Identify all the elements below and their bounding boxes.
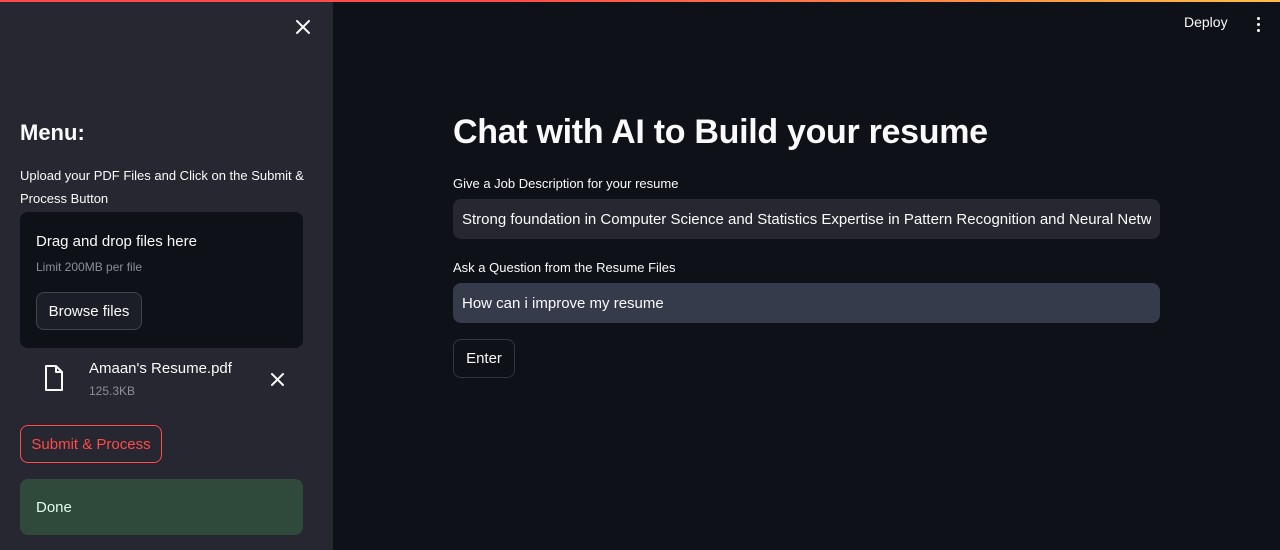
close-icon bbox=[296, 20, 310, 34]
status-text: Done bbox=[36, 498, 72, 516]
file-size: 125.3KB bbox=[89, 384, 136, 398]
dropzone-title: Drag and drop files here bbox=[36, 233, 197, 250]
sidebar: Menu: Upload your PDF Files and Click on… bbox=[0, 2, 333, 550]
status-success-message: Done bbox=[20, 479, 303, 535]
question-label: Ask a Question from the Resume Files bbox=[453, 260, 676, 275]
close-icon bbox=[270, 372, 284, 386]
close-sidebar-button[interactable] bbox=[292, 16, 314, 38]
question-input[interactable] bbox=[453, 283, 1160, 323]
job-description-input[interactable] bbox=[453, 199, 1160, 239]
page-title: Chat with AI to Build your resume bbox=[453, 113, 988, 151]
upload-instructions: Upload your PDF Files and Click on the S… bbox=[20, 168, 304, 206]
file-name: Amaan's Resume.pdf bbox=[89, 360, 232, 377]
kebab-menu-icon bbox=[1256, 16, 1260, 20]
file-icon bbox=[45, 365, 63, 391]
submit-process-button[interactable]: Submit & Process bbox=[20, 425, 162, 463]
remove-file-button[interactable] bbox=[266, 368, 288, 390]
file-dropzone[interactable]: Drag and drop files here Limit 200MB per… bbox=[20, 212, 303, 348]
main-menu-button[interactable] bbox=[1250, 14, 1266, 34]
sidebar-title: Menu: bbox=[20, 120, 85, 145]
enter-button[interactable]: Enter bbox=[453, 339, 515, 378]
dropzone-limit: Limit 200MB per file bbox=[36, 260, 143, 274]
uploaded-file-item: Amaan's Resume.pdf 125.3KB bbox=[20, 354, 303, 406]
job-description-label: Give a Job Description for your resume bbox=[453, 176, 679, 191]
browse-files-button[interactable]: Browse files bbox=[36, 292, 142, 330]
deploy-button[interactable]: Deploy bbox=[1184, 14, 1228, 34]
